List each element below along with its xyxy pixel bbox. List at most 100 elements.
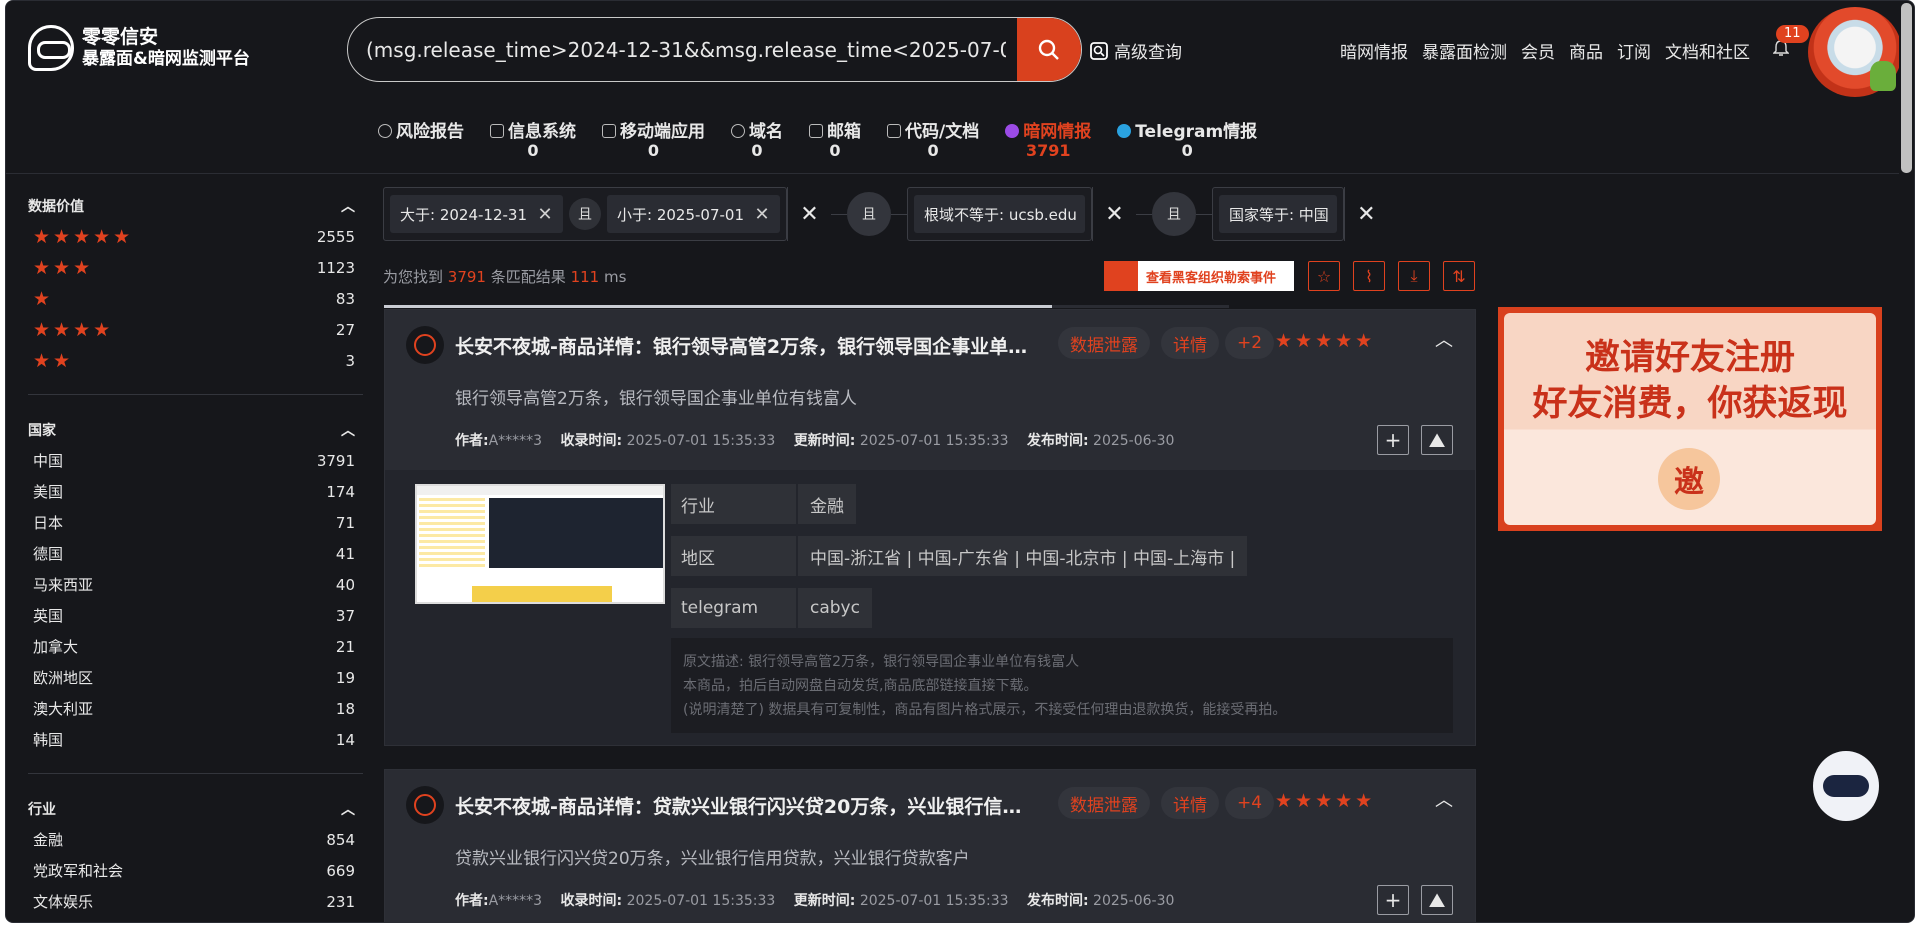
rating-stars: ★ (33, 287, 54, 310)
facet-count: 3 (345, 351, 355, 370)
chevron-up-icon[interactable]: ︿ (1435, 326, 1453, 352)
country-facet-row[interactable]: 欧洲地区 19 (28, 662, 363, 693)
country-facet-row[interactable]: 德国 41 (28, 538, 363, 569)
user-avatar[interactable] (1808, 7, 1902, 97)
scrollbar[interactable] (1899, 1, 1914, 922)
tag-details[interactable]: 详情 (1161, 787, 1219, 819)
nav-darkweb[interactable]: 暗网情报 (1340, 38, 1408, 63)
rss-icon[interactable]: ⌇ (1353, 261, 1385, 291)
facet-label: 日本 (33, 514, 64, 532)
section-header-value[interactable]: 数据价值 ︿ (28, 191, 363, 221)
tag-data-leak[interactable]: 数据泄露 (1058, 787, 1150, 819)
tag-more[interactable]: +2 (1225, 327, 1275, 359)
tab-risk-report[interactable]: 风险报告 (378, 117, 464, 160)
country-facet-row[interactable]: 加拿大 21 (28, 631, 363, 662)
tag-data-leak[interactable]: 数据泄露 (1058, 327, 1150, 359)
search-icon (378, 124, 392, 138)
advanced-query-label: 高级查询 (1114, 43, 1182, 63)
image-icon[interactable]: ⛰ (1421, 425, 1453, 455)
facet-count: 37 (335, 606, 355, 625)
result-meta: 作者:A*****3 收录时间: 2025-07-01 15:35:33 更新时… (455, 433, 1175, 449)
nav-products[interactable]: 商品 (1569, 38, 1603, 63)
chevron-up-icon[interactable]: ︿ (1435, 786, 1453, 812)
load-progress (384, 305, 1229, 308)
remove-group-button[interactable]: ✕ (1091, 187, 1136, 241)
value-facet-row[interactable]: ★ 83 (28, 283, 363, 314)
country-facet-row[interactable]: 英国 37 (28, 600, 363, 631)
country-facet-row[interactable]: 马来西亚 40 (28, 569, 363, 600)
kv-industry: 行业 金融 (671, 484, 856, 524)
search-button[interactable] (1017, 18, 1081, 81)
nav-exposure[interactable]: 暴露面检测 (1422, 38, 1507, 63)
industry-facet-row[interactable]: 金融 854 (28, 824, 363, 855)
nav-member[interactable]: 会员 (1521, 38, 1555, 63)
close-icon[interactable]: ✕ (744, 204, 780, 225)
add-icon[interactable]: + (1377, 425, 1409, 455)
screenshot-thumbnail[interactable] (415, 484, 665, 604)
and-operator[interactable]: 且 (569, 198, 601, 230)
tab-domain[interactable]: 域名 0 (731, 117, 783, 160)
filter-chip: 国家等于: 中国 (1218, 195, 1337, 233)
sort-icon[interactable]: ⇅ (1443, 261, 1475, 291)
section-header-country[interactable]: 国家 ︿ (28, 415, 363, 445)
advanced-query-link[interactable]: 高级查询 (1090, 38, 1182, 63)
country-facet-row[interactable]: 澳大利亚 18 (28, 693, 363, 724)
facet-count: 854 (326, 830, 355, 849)
rating-stars: ★★ (33, 349, 74, 372)
download-icon[interactable]: ⤓ (1398, 261, 1430, 291)
section-header-industry[interactable]: 行业 ︿ (28, 794, 363, 824)
category-tabs: 风险报告 信息系统 0 移动端应用 0 域名 0 邮箱 0 代码/文档 0 暗网… (378, 117, 1283, 160)
result-title[interactable]: 长安不夜城-商品详情：银行领导高管2万条，银行领导国企事业单位有钱富人 (455, 332, 1040, 359)
remove-group-button[interactable]: ✕ (787, 187, 831, 241)
logo[interactable]: 零零信安 暴露面&暗网监测平台 (28, 25, 250, 71)
scrollbar-thumb[interactable] (1901, 3, 1912, 173)
tag-more[interactable]: +4 (1225, 787, 1275, 819)
country-facet-row[interactable]: 日本 71 (28, 507, 363, 538)
kv-region: 地区 中国-浙江省 | 中国-广东省 | 中国-北京市 | 中国-上海市 | (671, 536, 1248, 576)
chevron-up-icon: ︿ (341, 199, 355, 215)
value-facet-row[interactable]: ★★★★ 27 (28, 314, 363, 345)
nav-docs[interactable]: 文档和社区 (1665, 38, 1750, 63)
image-icon[interactable]: ⛰ (1421, 885, 1453, 915)
app-icon (602, 124, 616, 138)
facet-count: 27 (335, 320, 355, 339)
tag-details[interactable]: 详情 (1161, 327, 1219, 359)
country-facet-row[interactable]: 中国 3791 (28, 445, 363, 476)
facet-label: 欧洲地区 (33, 669, 94, 687)
country-facet-row[interactable]: 美国 174 (28, 476, 363, 507)
tab-mobile-app[interactable]: 移动端应用 0 (602, 117, 705, 160)
tab-code-doc[interactable]: 代码/文档 0 (887, 117, 979, 160)
remove-group-button[interactable]: ✕ (1343, 187, 1388, 241)
close-icon[interactable]: ✕ (527, 204, 563, 225)
facet-count: 3791 (316, 451, 355, 470)
value-facet-row[interactable]: ★★★ 1123 (28, 252, 363, 283)
tab-email[interactable]: 邮箱 0 (809, 117, 861, 160)
tab-darkweb-intel[interactable]: 暗网情报 3791 (1005, 117, 1091, 160)
industry-facet-row[interactable]: 党政军和社会 669 (28, 855, 363, 886)
tab-telegram-intel[interactable]: Telegram情报 0 (1117, 117, 1257, 160)
facet-label: 文体娱乐 (33, 893, 94, 911)
result-title[interactable]: 长安不夜城-商品详情：贷款兴业银行闪兴贷20万条，兴业银行信用贷款，兴业银行贷款… (455, 792, 1040, 819)
value-facet-row[interactable]: ★★★★★ 2555 (28, 221, 363, 252)
value-facet-row[interactable]: ★★ 3 (28, 345, 363, 376)
and-operator[interactable]: 且 (847, 192, 891, 236)
tab-info-system[interactable]: 信息系统 0 (490, 117, 576, 160)
divider (28, 394, 363, 395)
mail-icon (809, 124, 823, 138)
assistant-robot-icon[interactable] (1813, 751, 1879, 821)
rating-stars: ★★★★★ (1275, 330, 1376, 352)
invite-ad-banner[interactable]: 邀请好友注册 好友消费，你获返现 邀 (1498, 307, 1882, 531)
star-icon[interactable]: ☆ (1308, 261, 1340, 291)
section-title: 行业 (28, 802, 56, 818)
nav-subscribe[interactable]: 订阅 (1617, 38, 1651, 63)
add-icon[interactable]: + (1377, 885, 1409, 915)
facet-count: 1123 (316, 258, 355, 277)
rating-stars: ★★★★ (33, 318, 114, 341)
hacker-ransom-button[interactable]: 查看黑客组织勒索事件 (1104, 261, 1294, 291)
search-input[interactable] (366, 18, 1006, 81)
country-facet-row[interactable]: 韩国 14 (28, 724, 363, 755)
notification-badge: 11 (1776, 25, 1809, 43)
and-operator[interactable]: 且 (1151, 192, 1196, 236)
industry-facet-row[interactable]: 文体娱乐 231 (28, 886, 363, 917)
result-subtitle: 贷款兴业银行闪兴贷20万条，兴业银行信用贷款，兴业银行贷款客户 (455, 849, 970, 869)
